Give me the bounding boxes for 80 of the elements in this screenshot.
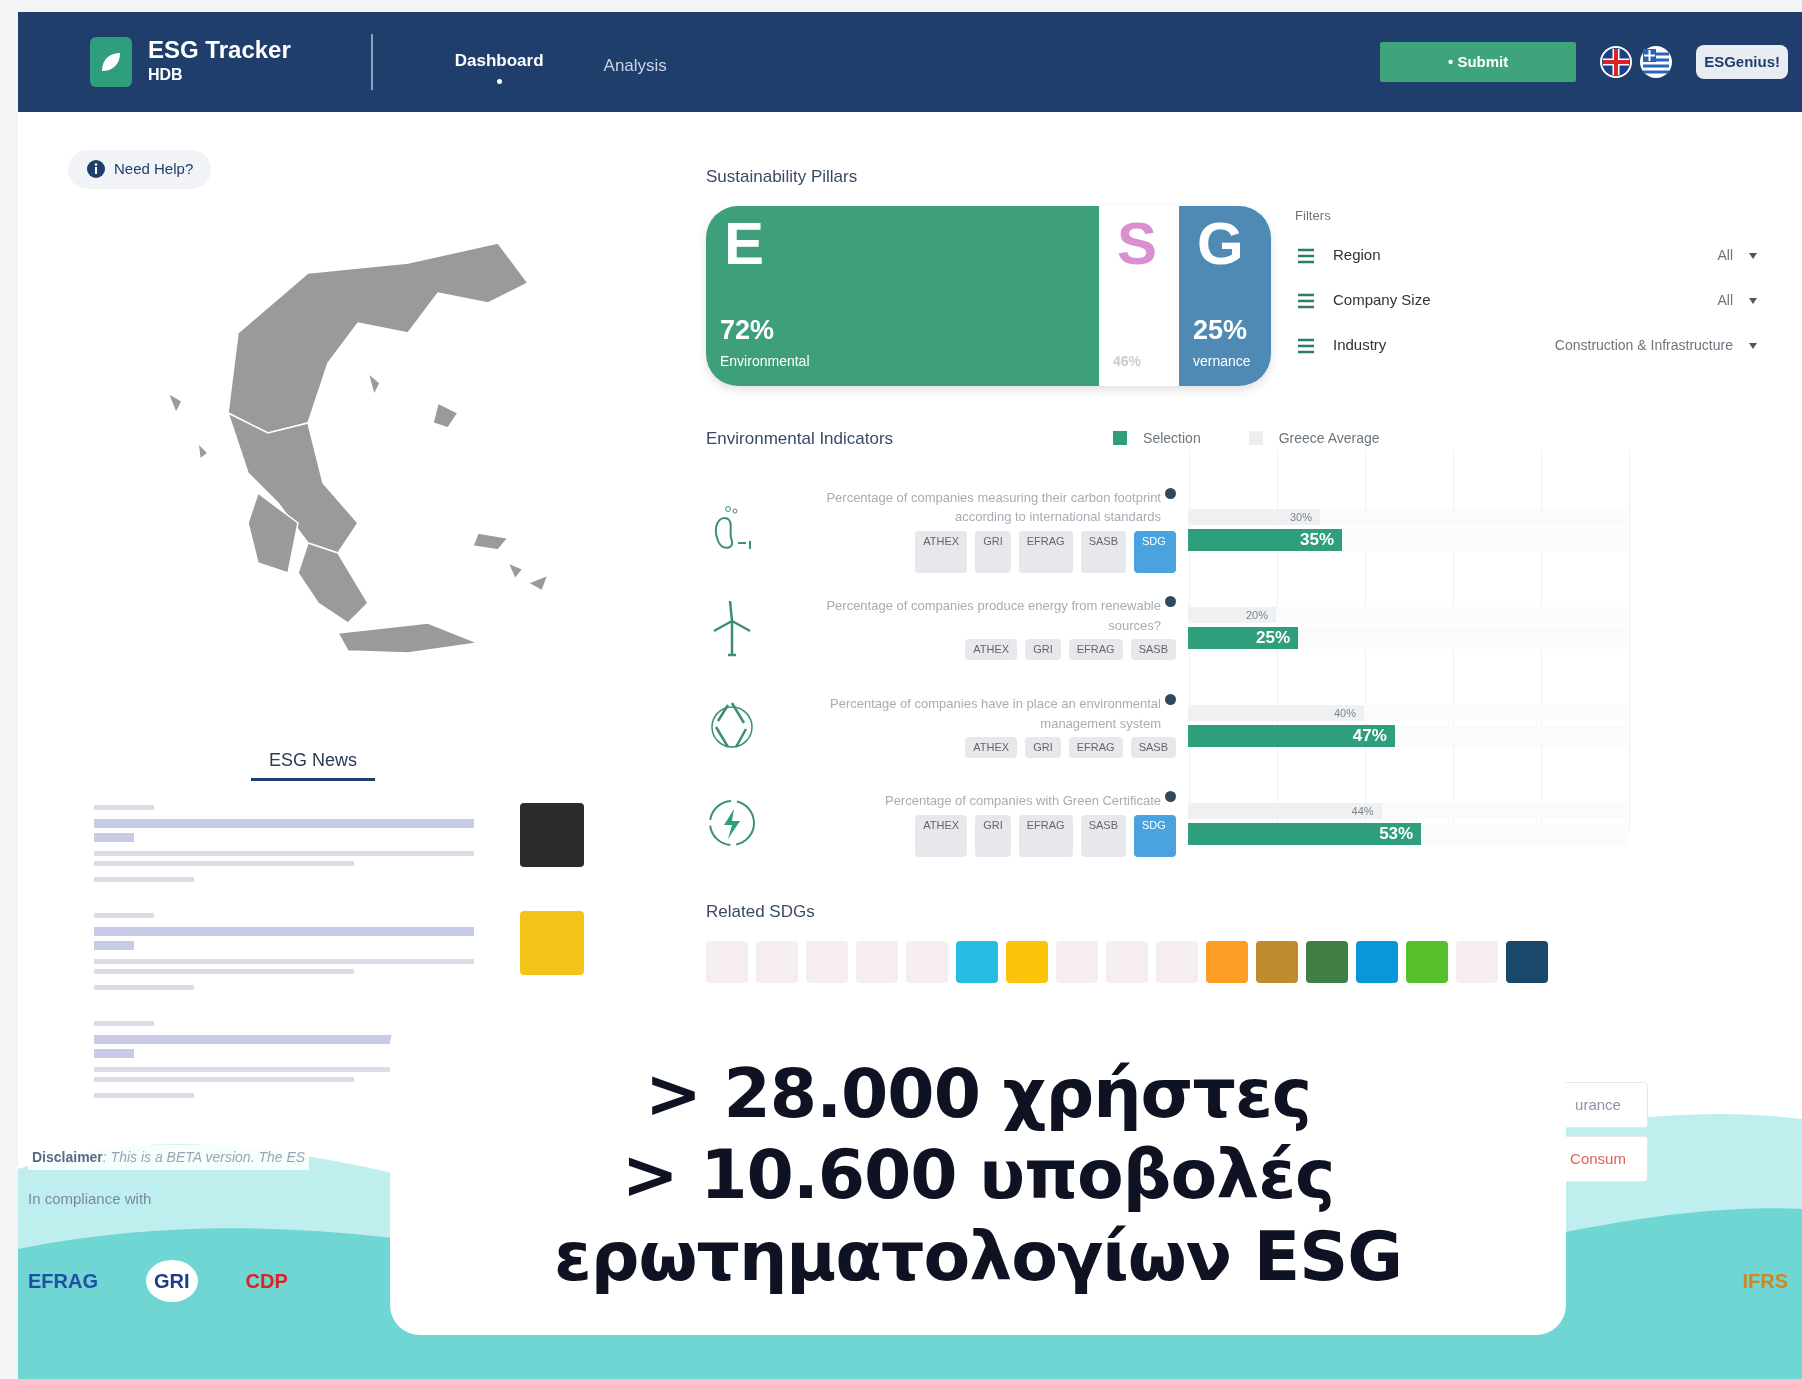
- filter-label: Company Size: [1333, 290, 1431, 311]
- info-icon: [1165, 596, 1176, 608]
- section-title: Environmental Indicators: [706, 427, 894, 450]
- filter-label: Region: [1333, 245, 1381, 266]
- flag-icon[interactable]: [1600, 46, 1633, 78]
- selection-bar: 47%: [1188, 725, 1395, 747]
- tag-chip[interactable]: ATHEX: [965, 737, 1018, 758]
- brand-logo: ESGenius!: [1696, 44, 1788, 80]
- pillar-label: Environmental: [720, 351, 811, 371]
- tag-chip[interactable]: ATHEX: [965, 639, 1018, 660]
- tag-chip[interactable]: ATHEX: [915, 530, 968, 573]
- section-title: Sustainability Pillars: [706, 166, 859, 188]
- submit-button[interactable]: • Submit: [1380, 42, 1577, 82]
- average-bar: 40%: [1188, 705, 1364, 721]
- info-icon: [86, 159, 106, 180]
- indicator-question: Percentage of companies have in place an environmental management system: [829, 695, 1161, 733]
- filter-select[interactable]: Construction & Infrastructure: [1546, 331, 1765, 361]
- tag-chip[interactable]: ATHEX: [915, 814, 968, 857]
- info-icon: [1165, 791, 1176, 803]
- indicator-question: Percentage of companies measuring their carbon footprint according to international standards: [825, 488, 1161, 526]
- compliance-title: In compliance with: [28, 1188, 152, 1209]
- logo-icon: [90, 37, 132, 87]
- filters-title: Filters: [1295, 206, 1332, 225]
- average-bar: 30%: [1188, 509, 1320, 525]
- news-tab[interactable]: ESG News: [251, 742, 375, 781]
- pillar-letter: E: [724, 213, 765, 274]
- nav-tab[interactable]: Analysis: [573, 39, 697, 85]
- pillar-panel[interactable]: G 25% vernance: [1179, 205, 1271, 386]
- disclaimer-label: Disclaimer: [32, 1148, 103, 1165]
- pillar-value: 72%: [720, 314, 776, 347]
- tag-chip[interactable]: SDG: [1134, 530, 1176, 573]
- caret-icon: [1749, 297, 1757, 304]
- tag-chip[interactable]: EFRAG: [1068, 639, 1123, 660]
- info-icon: [1165, 487, 1176, 499]
- partner-logo: EFRAG: [28, 1269, 98, 1294]
- tag-chip[interactable]: SASB: [1130, 737, 1176, 758]
- filter-select[interactable]: All: [1709, 286, 1765, 316]
- app-subtitle: HDB: [148, 65, 184, 86]
- tag-chip[interactable]: SASB: [1080, 814, 1126, 857]
- sdg-icon[interactable]: [1506, 940, 1548, 983]
- caret-icon: [1749, 252, 1757, 259]
- indicator-question: Percentage of companies with Green Certificate: [884, 792, 1161, 811]
- tag-chip[interactable]: EFRAG: [1018, 814, 1073, 857]
- pillar-letter: S: [1117, 213, 1158, 274]
- overlay-text: > 28.000 χρήστες: [644, 1052, 1312, 1135]
- average-bar: 44%: [1188, 803, 1382, 819]
- filter-select[interactable]: All: [1709, 241, 1765, 271]
- legend-label: Selection: [1143, 428, 1201, 448]
- selection-bar: 25%: [1188, 627, 1298, 649]
- tag-chip[interactable]: GRI: [1025, 737, 1061, 758]
- tag-chip[interactable]: SDG: [1134, 814, 1176, 857]
- partner-logo: IFRS: [1742, 1269, 1788, 1294]
- tag-chip[interactable]: EFRAG: [1018, 530, 1073, 573]
- tag-chip[interactable]: GRI: [975, 814, 1011, 857]
- overlay-text: > 10.600 υποβολές: [621, 1134, 1335, 1216]
- tag-chip[interactable]: SASB: [1080, 530, 1126, 573]
- section-title: Related SDGs: [706, 901, 816, 923]
- pillar-letter: G: [1197, 213, 1244, 274]
- pillar-panel[interactable]: E 72% Environmental: [706, 205, 1099, 386]
- overlay-text: ερωτηματολογίων ESG: [553, 1215, 1403, 1298]
- pillar-value: 25%: [1193, 314, 1249, 347]
- selection-bar: 35%: [1188, 529, 1342, 551]
- pillar-label: vernance: [1193, 351, 1252, 371]
- caret-icon: [1749, 342, 1757, 349]
- legend-label: Greece Average: [1278, 428, 1380, 448]
- app-title: ESG Tracker: [148, 36, 291, 64]
- average-bar: 20%: [1188, 607, 1276, 623]
- help-button[interactable]: Need Help?: [68, 150, 212, 189]
- tag-chip[interactable]: EFRAG: [1068, 737, 1123, 758]
- selection-bar: 53%: [1188, 823, 1422, 845]
- sdg-icon[interactable]: [1306, 940, 1348, 983]
- info-icon: [1165, 694, 1176, 706]
- disclaimer-text: : This is a BETA version. The ES: [102, 1148, 306, 1165]
- tag-chip[interactable]: GRI: [975, 530, 1011, 573]
- tag-chip[interactable]: GRI: [1025, 639, 1061, 660]
- filter-label: Industry: [1333, 335, 1387, 356]
- indicator-question: Percentage of companies produce energy from renewable sources?: [825, 597, 1161, 635]
- partner-logo: CDP: [245, 1269, 288, 1294]
- nav-tab[interactable]: Dashboard: [424, 33, 574, 91]
- tag-chip[interactable]: SASB: [1130, 639, 1176, 660]
